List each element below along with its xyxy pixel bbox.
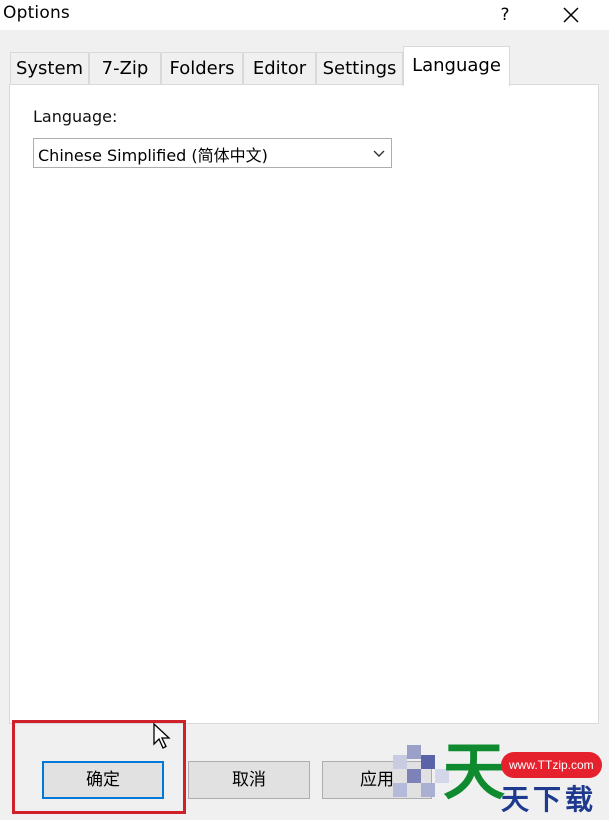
language-label: Language:	[33, 107, 118, 126]
watermark-logo-char: 天	[443, 735, 506, 808]
chevron-down-icon	[373, 150, 385, 157]
watermark-text: 天下载	[501, 783, 598, 816]
watermark-url: www.TTzip.com	[501, 752, 602, 778]
watermark: 天 www.TTzip.com 天下载	[393, 735, 609, 820]
language-select-value: Chinese Simplified (简体中文)	[38, 146, 268, 165]
tab-language[interactable]: Language	[403, 46, 510, 86]
tab-settings[interactable]: Settings	[316, 52, 403, 84]
cancel-button[interactable]: 取消	[188, 761, 310, 799]
tab-folders[interactable]: Folders	[161, 52, 243, 84]
tab-system[interactable]: System	[10, 52, 89, 84]
window-title: Options	[3, 3, 70, 23]
close-icon	[563, 7, 579, 23]
help-button[interactable]: ?	[482, 0, 528, 30]
language-select[interactable]: Chinese Simplified (简体中文)	[33, 138, 392, 168]
title-bar: Options ?	[0, 0, 609, 30]
tab-7-zip[interactable]: 7-Zip	[89, 52, 161, 84]
language-panel: Language: Chinese Simplified (简体中文)	[9, 84, 599, 724]
close-button[interactable]	[548, 0, 594, 30]
tab-editor[interactable]: Editor	[243, 52, 316, 84]
mouse-cursor-icon	[153, 722, 171, 749]
